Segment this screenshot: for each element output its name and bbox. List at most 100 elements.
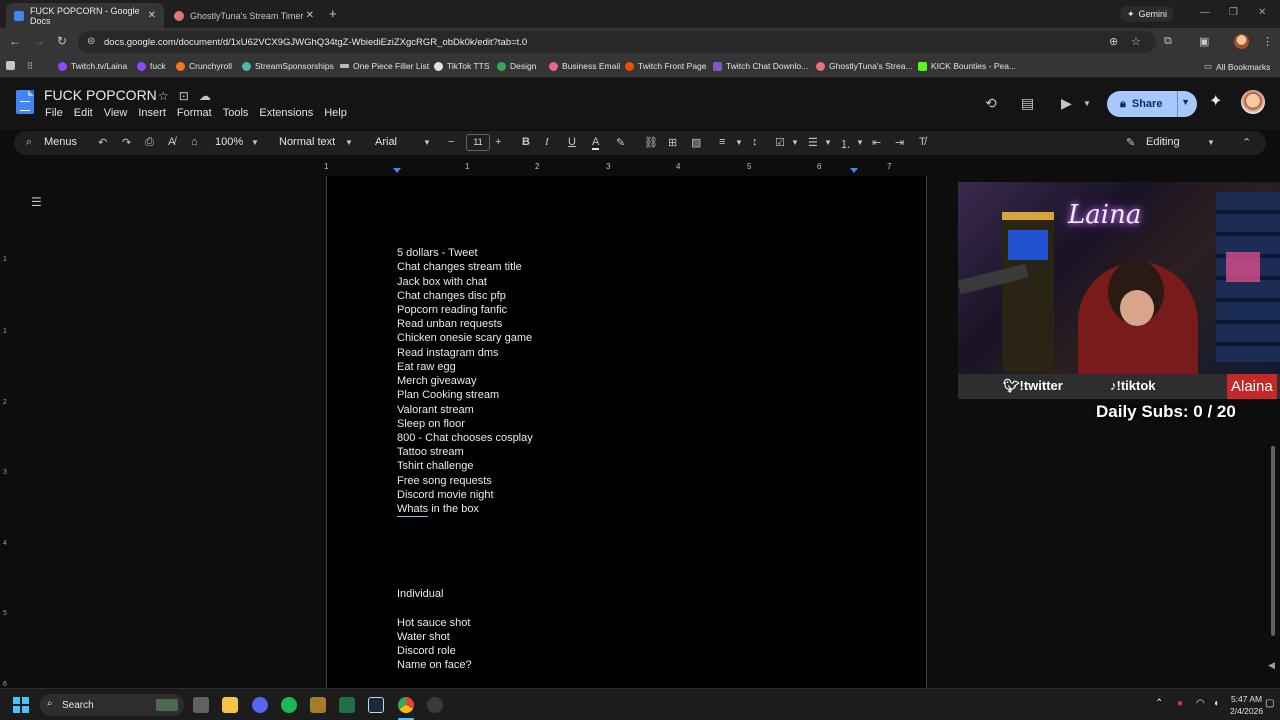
windows-start-icon[interactable] (13, 697, 29, 713)
zoom-select[interactable]: 100% (215, 136, 243, 148)
menus-search-input[interactable]: Menus (44, 136, 77, 148)
more-menu-icon[interactable]: ⋮ (1262, 35, 1273, 48)
site-info-icon[interactable]: ⊜ (87, 36, 95, 47)
print-icon[interactable]: ⎙ (145, 136, 154, 149)
document-outline-icon[interactable]: ☰ (31, 195, 42, 209)
doc-line[interactable]: Read instagram dms (397, 347, 499, 359)
task-view-icon[interactable] (193, 697, 209, 713)
align-icon[interactable]: ≡ (719, 136, 725, 148)
bookmark-item[interactable]: Twitch Front Page (625, 61, 707, 71)
steam-icon[interactable] (368, 697, 384, 713)
undo-icon[interactable]: ↶ (98, 136, 107, 149)
file-explorer-icon[interactable] (222, 697, 238, 713)
doc-line[interactable]: Whats in the box (397, 503, 479, 515)
show-hidden-icons-icon[interactable]: ⌃ (1155, 698, 1163, 709)
italic-icon[interactable]: I (545, 136, 549, 148)
decrease-indent-icon[interactable]: ⇤ (872, 136, 881, 149)
highlight-color-icon[interactable]: ✎ (616, 136, 625, 149)
scroll-arrow-icon[interactable]: ◀ (1268, 660, 1275, 671)
doc-line[interactable]: Chat changes stream title (397, 261, 522, 273)
menu-file[interactable]: File (45, 107, 63, 119)
doc-line[interactable]: Eat raw egg (397, 361, 456, 373)
chevron-down-icon[interactable]: ▼ (1083, 99, 1091, 108)
insert-link-icon[interactable]: ⛓ (644, 136, 658, 149)
vertical-ruler[interactable]: 1 1 2 3 4 5 6 (0, 176, 13, 688)
move-folder-icon[interactable]: ⊡ (179, 89, 189, 103)
doc-line[interactable]: Name on face? (397, 659, 472, 671)
star-icon[interactable]: ☆ (158, 89, 169, 103)
collapse-menus-icon[interactable]: ⌃ (1242, 136, 1251, 149)
bookmark-item[interactable]: Crunchyroll (176, 61, 232, 71)
bold-icon[interactable]: B (522, 136, 530, 148)
paint-format-icon[interactable]: ⌂ (191, 136, 198, 148)
excel-icon[interactable] (339, 697, 355, 713)
chevron-down-icon[interactable]: ▼ (1207, 138, 1215, 147)
meet-video-icon[interactable]: ▶ (1061, 95, 1072, 112)
document-title[interactable]: FUCK POPCORN (44, 87, 157, 103)
checklist-icon[interactable]: ☑ (775, 136, 785, 149)
zoom-icon[interactable]: ⊕ (1109, 35, 1118, 48)
app-icon[interactable] (310, 697, 326, 713)
new-tab-icon[interactable]: + (329, 6, 337, 21)
horizontal-ruler[interactable]: 1 1 2 3 4 5 6 7 (324, 160, 926, 174)
decrease-font-size-icon[interactable]: − (448, 136, 454, 148)
reading-mode-icon[interactable]: ▣ (1199, 35, 1209, 48)
redo-icon[interactable]: ↷ (122, 136, 131, 149)
chevron-down-icon[interactable]: ▼ (423, 138, 431, 147)
bookmark-item[interactable]: GhostlyTuna's Strea... (816, 61, 913, 71)
menu-help[interactable]: Help (324, 107, 347, 119)
menu-view[interactable]: View (104, 107, 128, 119)
chevron-down-icon[interactable]: ▼ (345, 138, 353, 147)
bookmark-item[interactable]: fuck (137, 61, 166, 71)
version-history-icon[interactable]: ⟲ (985, 95, 997, 112)
chevron-down-icon[interactable]: ▼ (735, 138, 743, 147)
google-docs-logo-icon[interactable] (16, 90, 34, 114)
chevron-down-icon[interactable]: ▼ (856, 138, 864, 147)
extensions-icon[interactable]: ⧉ (1164, 35, 1172, 48)
increase-font-size-icon[interactable]: + (495, 136, 501, 148)
bookmark-item[interactable]: Twitch Chat Downlo... (713, 61, 808, 71)
spellcheck-icon[interactable]: A̸ (168, 136, 175, 148)
close-window-icon[interactable]: ✕ (1258, 7, 1266, 18)
doc-line[interactable]: Valorant stream (397, 404, 474, 416)
bookmark-item[interactable]: StreamSponsorships (242, 61, 334, 71)
doc-line[interactable]: Discord role (397, 645, 456, 657)
reload-icon[interactable]: ↻ (57, 34, 67, 48)
minimize-icon[interactable]: — (1200, 7, 1210, 18)
gemini-sparkle-icon[interactable]: ✦ (1209, 91, 1222, 111)
close-tab-icon[interactable]: ✕ (306, 10, 314, 21)
discord-icon[interactable] (252, 697, 268, 713)
doc-line[interactable]: 5 dollars - Tweet (397, 247, 478, 259)
menu-edit[interactable]: Edit (74, 107, 93, 119)
editing-mode-select[interactable]: Editing (1146, 136, 1180, 148)
doc-line[interactable]: Chicken onesie scary game (397, 332, 532, 344)
bookmark-item[interactable]: Twitch.tv/Laina (58, 61, 127, 71)
text-color-icon[interactable]: A (592, 136, 600, 150)
wifi-icon[interactable]: ◠ (1196, 698, 1205, 709)
underline-icon[interactable]: U (568, 136, 576, 148)
doc-line[interactable]: Plan Cooking stream (397, 389, 499, 401)
bookmark-item[interactable]: Design (497, 61, 536, 71)
taskbar-search[interactable]: ⌕ Search (40, 694, 184, 716)
search-icon[interactable]: ⌕ (26, 136, 32, 149)
menu-format[interactable]: Format (177, 107, 212, 119)
doc-line[interactable]: Jack box with chat (397, 276, 487, 288)
right-indent-marker[interactable] (850, 168, 858, 173)
doc-line[interactable]: Tattoo stream (397, 446, 464, 458)
menu-tools[interactable]: Tools (223, 107, 249, 119)
chevron-down-icon[interactable]: ▼ (251, 138, 259, 147)
doc-line[interactable]: Chat changes disc pfp (397, 290, 506, 302)
chevron-down-icon[interactable]: ▼ (791, 138, 799, 147)
microphone-icon[interactable]: ● (1177, 698, 1183, 709)
menu-extensions[interactable]: Extensions (259, 107, 313, 119)
font-select[interactable]: Arial (375, 136, 397, 148)
profile-avatar[interactable] (1234, 34, 1249, 49)
clear-formatting-icon[interactable]: T̸ (919, 136, 926, 148)
volume-icon[interactable]: ◖ (1213, 698, 1219, 709)
obs-icon[interactable] (427, 697, 443, 713)
cloud-saved-icon[interactable]: ☁ (199, 89, 211, 103)
vertical-scrollbar[interactable] (1271, 446, 1275, 636)
bookmark-item[interactable]: One Piece Filler List (340, 61, 429, 71)
bookmark-item[interactable]: Business Email (549, 61, 620, 71)
gemini-button[interactable]: ✦ Gemini (1120, 6, 1175, 22)
